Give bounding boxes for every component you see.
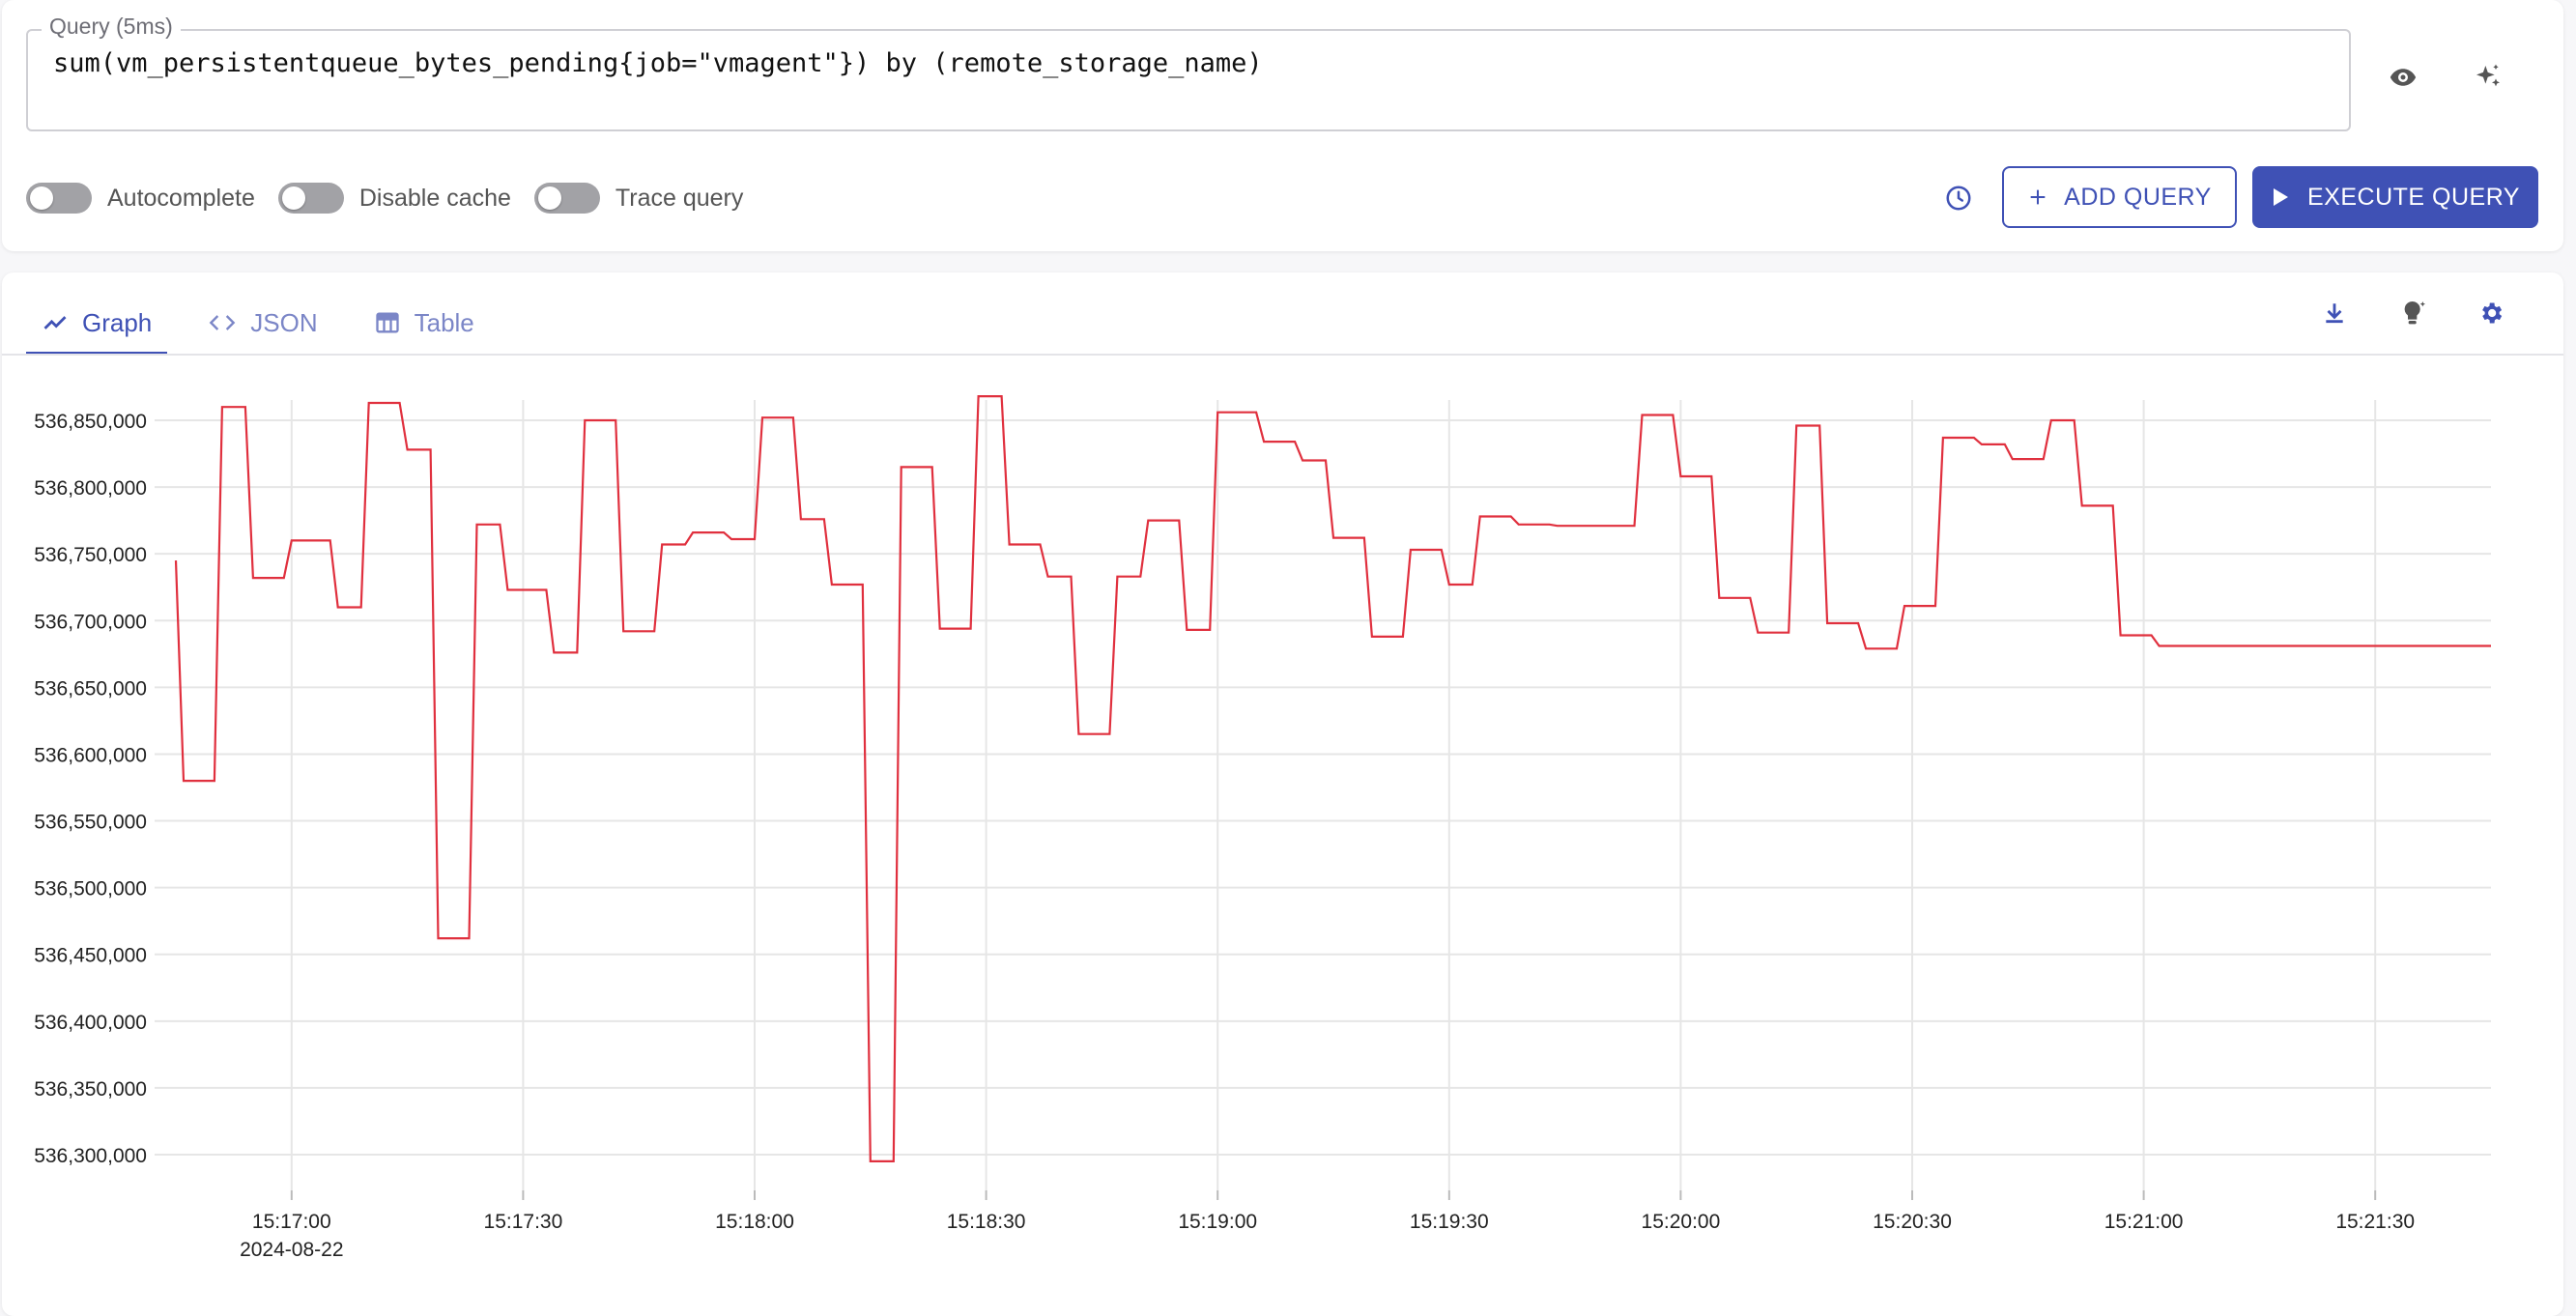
- x-tick-label: 15:17:00: [252, 1211, 331, 1233]
- disable-cache-toggle[interactable]: Disable cache: [277, 183, 511, 214]
- x-axis-date-label: 2024-08-22: [240, 1239, 343, 1261]
- tab-graph-label: Graph: [82, 307, 153, 337]
- y-axis-labels: 536,300,000 536,350,000 536,400,000 536,450…: [34, 411, 147, 1167]
- code-icon: [209, 315, 236, 330]
- eye-icon[interactable]: [2380, 54, 2426, 100]
- tab-json[interactable]: JSON: [192, 292, 332, 354]
- autocomplete-switch[interactable]: [26, 183, 92, 214]
- autocomplete-label: Autocomplete: [107, 184, 255, 212]
- time-series-chart[interactable]: 536,300,000 536,350,000 536,400,000 536,450…: [2, 379, 2563, 1316]
- y-tick-label: 536,400,000: [34, 1012, 147, 1034]
- play-icon: [2274, 188, 2288, 206]
- x-tick-label: 15:18:30: [947, 1211, 1026, 1233]
- trace-query-toggle[interactable]: Trace query: [533, 183, 744, 214]
- query-panel: Query (5ms) sum(vm_persistentqueue_bytes…: [2, 0, 2563, 251]
- execute-query-label: EXECUTE QUERY: [2307, 183, 2520, 211]
- y-tick-label: 536,700,000: [34, 611, 147, 633]
- gear-icon[interactable]: [2468, 290, 2514, 336]
- add-query-button[interactable]: ADD QUERY: [2002, 166, 2237, 228]
- line-chart-icon: [43, 316, 67, 329]
- plus-icon: [2030, 189, 2046, 205]
- table-icon: [375, 312, 399, 333]
- x-tick-label: 15:17:30: [484, 1211, 563, 1233]
- query-label: Query (5ms): [42, 14, 181, 40]
- y-tick-label: 536,850,000: [34, 411, 147, 433]
- tab-table[interactable]: Table: [358, 292, 490, 354]
- x-tick-label: 15:18:00: [715, 1211, 794, 1233]
- query-input[interactable]: Query (5ms) sum(vm_persistentqueue_bytes…: [26, 14, 2351, 131]
- x-tick-label: 15:20:30: [1873, 1211, 1952, 1233]
- x-tick-label: 15:19:30: [1410, 1211, 1489, 1233]
- x-tick-label: 15:20:00: [1642, 1211, 1721, 1233]
- y-tick-label: 536,600,000: [34, 744, 147, 766]
- y-tick-label: 536,550,000: [34, 812, 147, 834]
- x-tick-label: 15:19:00: [1178, 1211, 1257, 1233]
- tab-graph[interactable]: Graph: [26, 292, 168, 356]
- tab-table-label: Table: [414, 307, 474, 337]
- sparkles-icon[interactable]: [2465, 54, 2511, 100]
- disable-cache-label: Disable cache: [358, 184, 511, 212]
- tab-json-label: JSON: [250, 307, 318, 337]
- y-tick-label: 536,450,000: [34, 945, 147, 967]
- x-axis-labels: 15:17:00 15:17:30 15:18:00 15:18:30 15:19:00…: [252, 1211, 2415, 1233]
- y-tick-label: 536,750,000: [34, 544, 147, 566]
- y-tick-label: 536,300,000: [34, 1145, 147, 1167]
- y-gridlines: [155, 419, 2491, 1156]
- y-tick-label: 536,650,000: [34, 677, 147, 700]
- autocomplete-toggle[interactable]: Autocomplete: [26, 183, 255, 214]
- y-tick-label: 536,350,000: [34, 1078, 147, 1101]
- tabs-divider: [2, 354, 2563, 356]
- query-expression[interactable]: sum(vm_persistentqueue_bytes_pending{job…: [53, 48, 1263, 78]
- trace-query-switch[interactable]: [533, 183, 600, 214]
- history-icon[interactable]: [1935, 175, 1982, 221]
- y-tick-label: 536,800,000: [34, 477, 147, 500]
- x-tick-label: 15:21:30: [2335, 1211, 2415, 1233]
- execute-query-button[interactable]: EXECUTE QUERY: [2252, 166, 2538, 228]
- results-panel: Graph JSON Table 536,300,000 536,350,000 5…: [2, 272, 2563, 1316]
- y-tick-label: 536,500,000: [34, 878, 147, 901]
- trace-query-label: Trace query: [615, 184, 744, 212]
- add-query-label: ADD QUERY: [2064, 183, 2212, 211]
- x-tick-label: 15:21:00: [2104, 1211, 2184, 1233]
- lightbulb-icon[interactable]: [2390, 290, 2437, 336]
- x-gridlines: [290, 400, 2377, 1200]
- view-tabs: Graph JSON Table: [26, 292, 515, 356]
- download-icon[interactable]: [2311, 290, 2358, 336]
- disable-cache-switch[interactable]: [277, 183, 344, 214]
